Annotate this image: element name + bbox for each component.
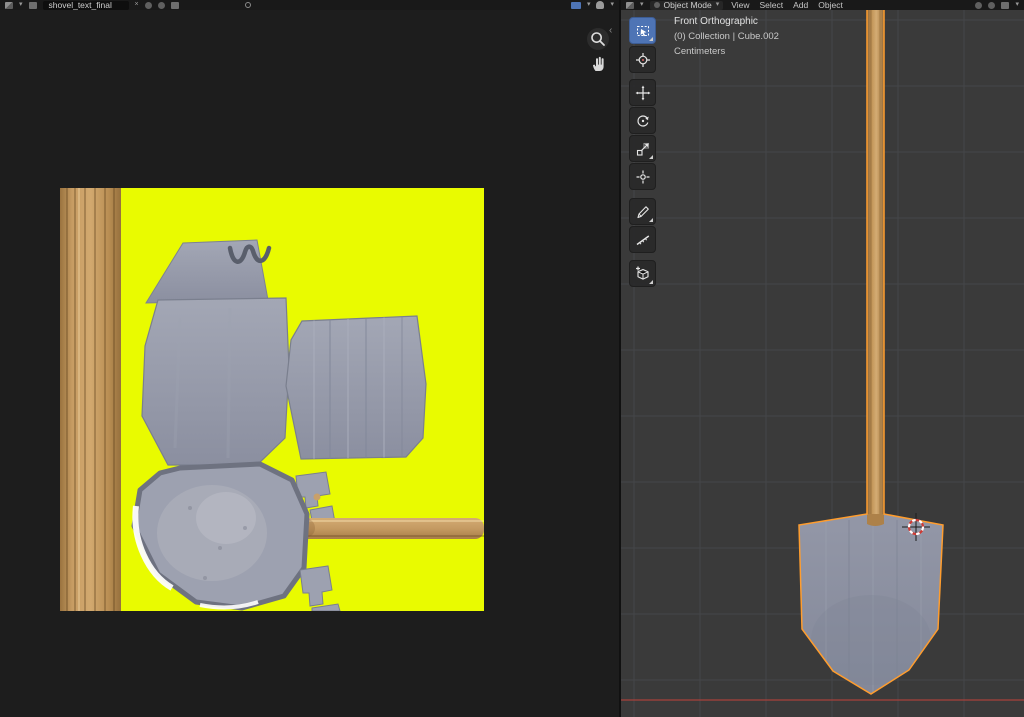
- unlink-icon[interactable]: ×: [135, 0, 139, 10]
- texture-image: [60, 188, 484, 611]
- menu-object[interactable]: Object: [816, 0, 845, 10]
- tool-scale[interactable]: [629, 135, 656, 162]
- uv-image-editor: ‹ ▾ shovel_text_final × ▾ ▾: [0, 0, 619, 717]
- chevron-down-icon[interactable]: ▾: [610, 0, 614, 10]
- shading-icon[interactable]: [1001, 2, 1009, 9]
- pin-icon[interactable]: [245, 2, 251, 8]
- toolbar: [629, 0, 658, 300]
- shovel-object[interactable]: [621, 0, 1024, 717]
- transform-icon: [635, 169, 651, 185]
- mode-label: Object Mode: [664, 0, 712, 10]
- chevron-down-icon[interactable]: ▾: [19, 0, 23, 10]
- scale-icon: [635, 141, 651, 157]
- select-box-icon: [635, 23, 651, 39]
- shovel-blade: [799, 514, 943, 700]
- tan-fleck: [314, 494, 321, 501]
- zoom-gizmo[interactable]: [587, 28, 609, 50]
- uv-island-right-blade: [286, 316, 426, 460]
- annotate-icon: [635, 204, 651, 220]
- editor-type-icon[interactable]: [5, 2, 13, 9]
- uv-canvas[interactable]: ‹: [0, 10, 619, 717]
- header-icon[interactable]: [158, 2, 165, 9]
- object-mode-icon: [654, 2, 660, 8]
- uv-editor-header: ▾ shovel_text_final × ▾ ▾: [0, 0, 619, 10]
- uv-island-handle-stick: [298, 518, 484, 539]
- shovel-handle: [867, 6, 884, 516]
- menu-add[interactable]: Add: [791, 0, 810, 10]
- magnifier-icon: [588, 29, 608, 49]
- editor-type-icon[interactable]: [626, 2, 634, 9]
- viewport-header: ▾ Object Mode ▾ View Select Add Object ▾: [621, 0, 1024, 10]
- header-icon[interactable]: [145, 2, 152, 9]
- chevron-down-icon[interactable]: ▾: [640, 0, 644, 10]
- chevron-down-icon[interactable]: ▾: [1015, 0, 1019, 10]
- mode-select[interactable]: Object Mode ▾: [650, 1, 724, 10]
- handle-socket: [867, 514, 884, 526]
- user-icon[interactable]: [596, 1, 604, 9]
- uv-island-left-blade: [142, 298, 289, 465]
- cursor-tool-icon: [635, 52, 651, 68]
- tool-transform[interactable]: [629, 163, 656, 190]
- measure-icon: [635, 232, 651, 248]
- tool-move[interactable]: [629, 79, 656, 106]
- browse-image-icon[interactable]: [29, 2, 37, 9]
- rotate-icon: [635, 113, 651, 129]
- new-image-icon[interactable]: [171, 2, 179, 9]
- tool-cursor[interactable]: [629, 46, 656, 73]
- tool-measure[interactable]: [629, 226, 656, 253]
- image-name-field[interactable]: shovel_text_final: [43, 1, 129, 10]
- move-icon: [635, 85, 651, 101]
- tool-annotate[interactable]: [629, 198, 656, 225]
- tool-add-cube[interactable]: [629, 260, 656, 287]
- add-cube-icon: [635, 266, 651, 282]
- header-icon[interactable]: [988, 2, 995, 9]
- pan-gizmo[interactable]: [588, 53, 610, 75]
- header-icon[interactable]: [975, 2, 982, 9]
- wood-strip-uv: [60, 188, 121, 611]
- chevron-down-icon[interactable]: ▾: [587, 0, 591, 10]
- region-collapse-icon[interactable]: ‹: [609, 26, 612, 36]
- hand-icon: [589, 54, 609, 74]
- menu-select[interactable]: Select: [758, 0, 786, 10]
- tool-rotate[interactable]: [629, 107, 656, 134]
- chevron-down-icon: ▾: [716, 0, 720, 10]
- tool-select-box[interactable]: [629, 17, 656, 44]
- viewport-3d: Front Orthographic (0) Collection | Cube…: [621, 0, 1024, 717]
- blender-window: ‹ ▾ shovel_text_final × ▾ ▾: [0, 0, 1024, 717]
- menu-view[interactable]: View: [729, 0, 751, 10]
- image-paint-toggle[interactable]: [571, 2, 581, 9]
